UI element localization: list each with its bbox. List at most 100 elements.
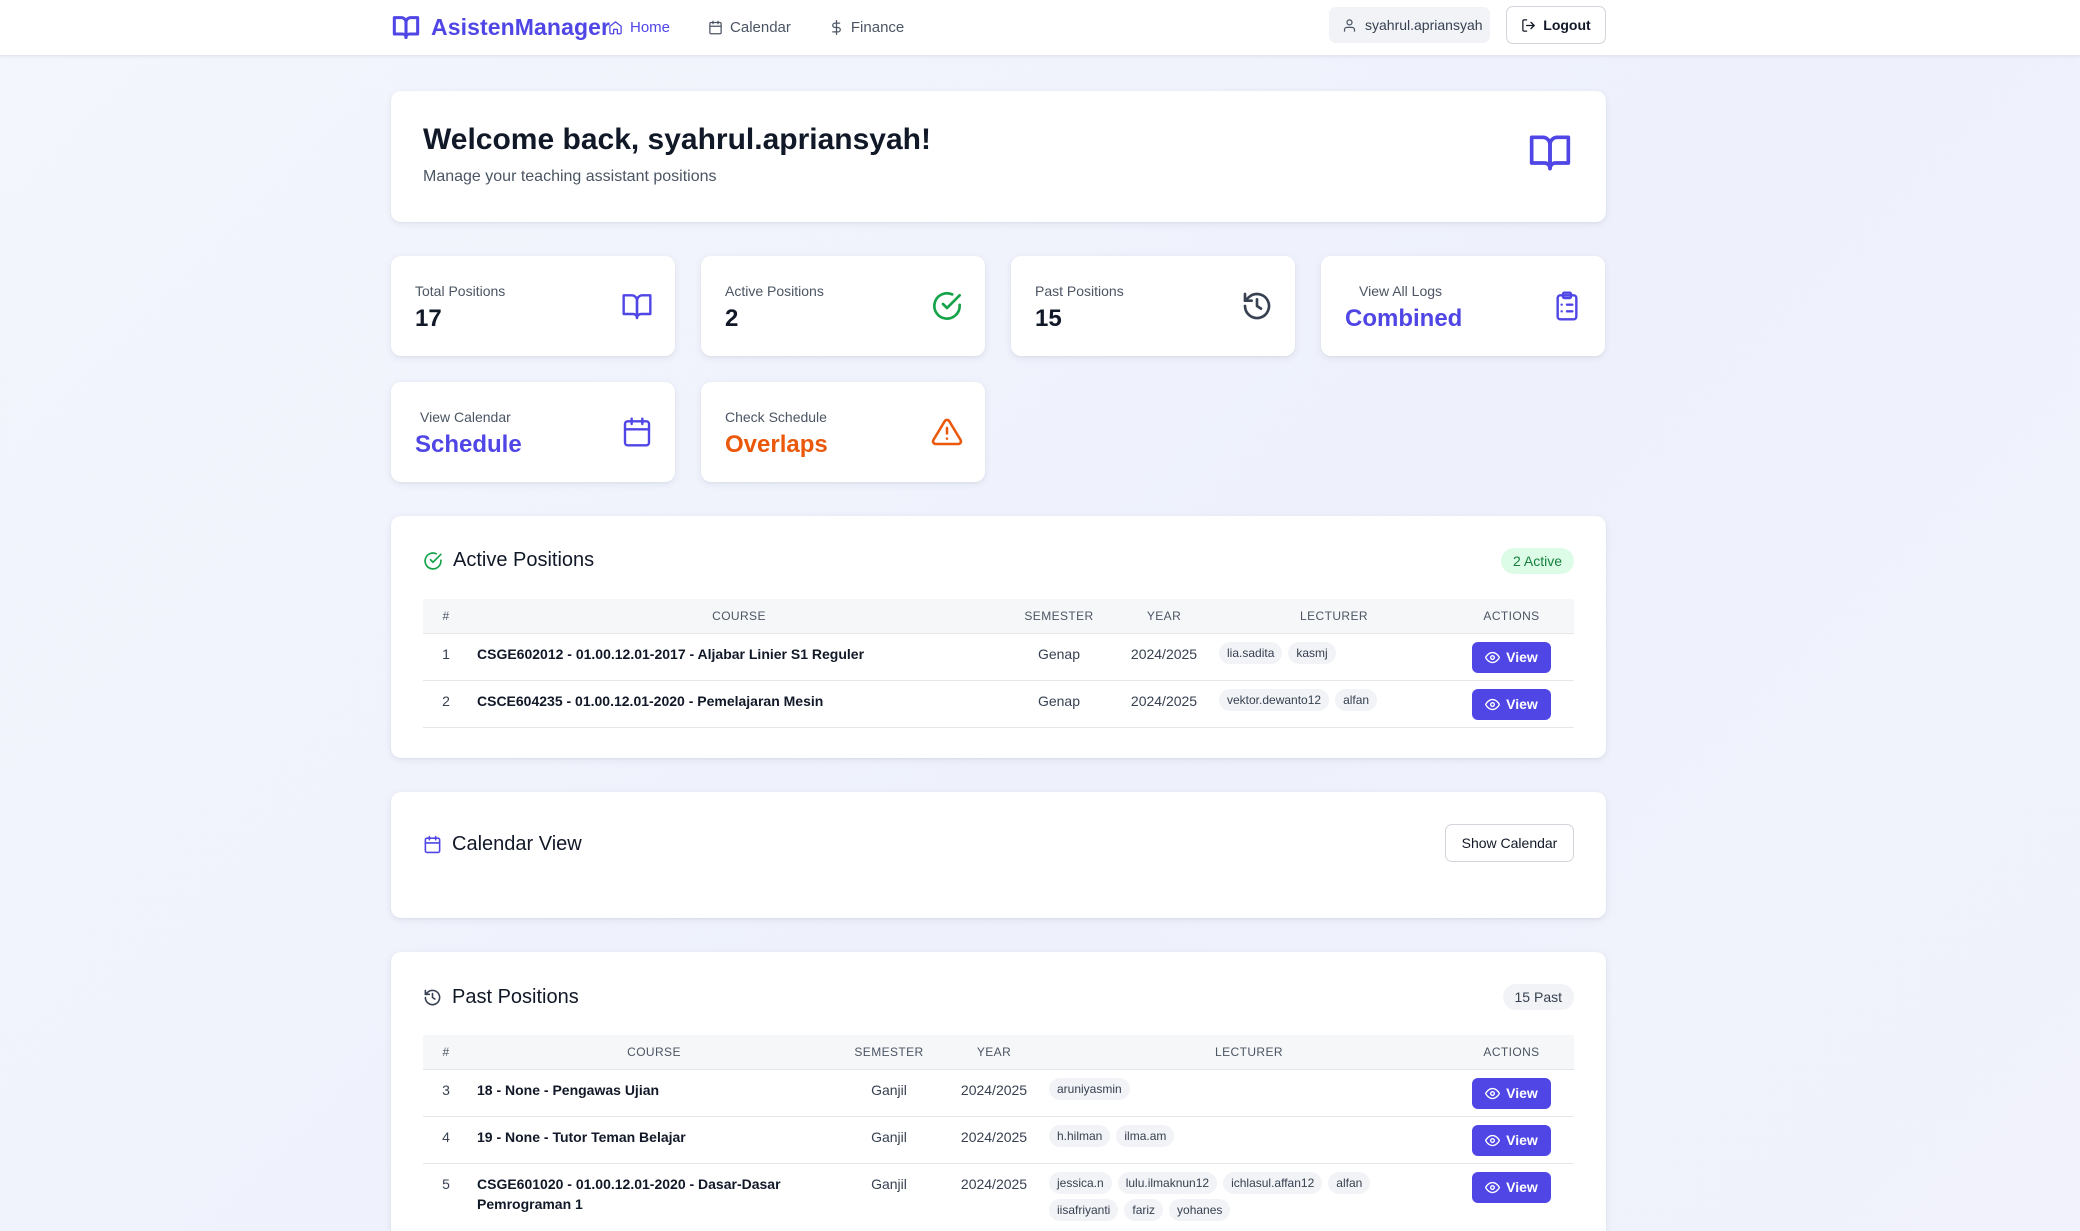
stat-past-positions[interactable]: Past Positions 15 <box>1011 256 1295 356</box>
welcome-title: Welcome back, syahrul.apriansyah! <box>423 123 931 156</box>
nav-finance-label: Finance <box>850 18 905 36</box>
stat-view-calendar[interactable]: View Calendar Schedule <box>391 382 675 482</box>
show-calendar-button[interactable]: Show Calendar <box>1445 824 1574 862</box>
calendar-icon <box>423 835 442 854</box>
lecturer-list: aruniyasmin <box>1049 1069 1449 1117</box>
col-header: # <box>423 599 469 634</box>
lecturer-chip: lia.sadita <box>1219 641 1283 664</box>
course-name: CSGE602012 - 01.00.12.01-2017 - Aljabar … <box>469 633 1009 681</box>
col-header: # <box>423 1035 469 1070</box>
check-circle-icon <box>931 290 963 322</box>
welcome-card: Welcome back, syahrul.apriansyah! Manage… <box>391 91 1606 222</box>
row-number: 4 <box>423 1116 469 1164</box>
lecturer-chip: iisafriyanti <box>1049 1198 1119 1221</box>
actions-cell: View <box>1449 1163 1574 1231</box>
brand[interactable]: AsistenManager <box>391 10 610 44</box>
view-label: View <box>1506 1132 1538 1148</box>
eye-icon <box>1485 1086 1501 1101</box>
past-count-badge: 15 Past <box>1502 984 1574 1010</box>
semester: Genap <box>1009 633 1109 681</box>
row-number: 3 <box>423 1069 469 1117</box>
section-title: Past Positions <box>423 986 579 1009</box>
history-icon <box>423 988 442 1007</box>
user-chip[interactable]: syahrul.apriansyah <box>1329 7 1490 43</box>
course-name: CSGE601020 - 01.00.12.01-2020 - Dasar-Da… <box>469 1163 839 1231</box>
col-header: YEAR <box>1109 599 1219 634</box>
calendar-icon <box>708 20 723 35</box>
view-button[interactable]: View <box>1472 1171 1551 1203</box>
actions-cell: View <box>1449 633 1574 681</box>
lecturer-chip: h.hilman <box>1049 1124 1111 1147</box>
stat-value: Schedule <box>415 431 522 458</box>
past-positions-table: # COURSE SEMESTER YEAR LECTURER ACTIONS … <box>423 1035 1574 1231</box>
table-row: 1 CSGE602012 - 01.00.12.01-2017 - Aljaba… <box>423 633 1574 681</box>
active-positions-table: # COURSE SEMESTER YEAR LECTURER ACTIONS … <box>423 599 1574 728</box>
view-label: View <box>1506 1179 1538 1195</box>
calendar-icon <box>621 416 653 448</box>
col-header: YEAR <box>939 1035 1049 1070</box>
user-icon <box>1342 18 1357 33</box>
nav-finance[interactable]: Finance <box>829 14 904 40</box>
actions-cell: View <box>1449 1116 1574 1164</box>
eye-icon <box>1485 1180 1501 1195</box>
lecturer-chip: jessica.n <box>1049 1171 1112 1194</box>
semester: Genap <box>1009 680 1109 728</box>
alert-triangle-icon <box>931 416 963 448</box>
section-title-text: Calendar View <box>452 833 582 855</box>
eye-icon <box>1485 697 1501 712</box>
nav-home-label: Home <box>630 18 671 36</box>
stat-label: View All Logs <box>1359 283 1443 299</box>
calendar-view-card: Calendar View Show Calendar <box>391 792 1606 918</box>
year: 2024/2025 <box>939 1116 1049 1164</box>
semester: Ganjil <box>839 1069 939 1117</box>
stat-total-positions[interactable]: Total Positions 17 <box>391 256 675 356</box>
lecturer-chip: aruniyasmin <box>1049 1077 1130 1100</box>
lecturer-chip: alfan <box>1328 1171 1371 1194</box>
table-row: 3 18 - None - Pengawas Ujian Ganjil 2024… <box>423 1069 1574 1117</box>
view-button[interactable]: View <box>1472 641 1551 673</box>
table-row: 2 CSCE604235 - 01.00.12.01-2020 - Pemela… <box>423 680 1574 728</box>
lecturer-chip: yohanes <box>1169 1198 1231 1221</box>
welcome-subtitle: Manage your teaching assistant positions <box>423 168 717 185</box>
col-header: SEMESTER <box>1009 599 1109 634</box>
nav-calendar-label: Calendar <box>730 18 791 36</box>
book-open-icon <box>391 13 421 41</box>
stat-check-overlaps[interactable]: Check Schedule Overlaps <box>701 382 985 482</box>
clipboard-list-icon <box>1551 290 1583 322</box>
view-button[interactable]: View <box>1472 1077 1551 1109</box>
nav-calendar[interactable]: Calendar <box>708 14 791 40</box>
logout-button[interactable]: Logout <box>1506 6 1606 44</box>
past-positions-card: Past Positions 15 Past # COURSE SEMESTER… <box>391 952 1606 1231</box>
stat-view-all-logs[interactable]: View All Logs Combined <box>1321 256 1605 356</box>
section-title-text: Active Positions <box>453 549 595 571</box>
stat-value: Overlaps <box>725 431 828 458</box>
year: 2024/2025 <box>939 1163 1049 1231</box>
eye-icon <box>1485 650 1501 665</box>
nav-home[interactable]: Home <box>608 14 670 40</box>
stat-value: 17 <box>415 305 442 332</box>
course-name: CSCE604235 - 01.00.12.01-2020 - Pemelaja… <box>469 680 1009 728</box>
col-header: LECTURER <box>1049 1035 1449 1070</box>
actions-cell: View <box>1449 1069 1574 1117</box>
lecturer-list: jessica.n lulu.ilmaknun12 ichlasul.affan12… <box>1049 1163 1449 1231</box>
lecturer-chip: kasmj <box>1288 641 1336 664</box>
row-number: 1 <box>423 633 469 681</box>
lecturer-chip: fariz <box>1124 1198 1164 1221</box>
logout-icon <box>1521 18 1536 33</box>
view-button[interactable]: View <box>1472 688 1551 720</box>
stat-value: Combined <box>1345 305 1463 332</box>
stat-active-positions[interactable]: Active Positions 2 <box>701 256 985 356</box>
nav-links: Home Calendar Finance <box>608 14 904 40</box>
view-label: View <box>1506 649 1538 665</box>
table-header-row: # COURSE SEMESTER YEAR LECTURER ACTIONS <box>423 599 1574 634</box>
col-header: SEMESTER <box>839 1035 939 1070</box>
course-name: 19 - None - Tutor Teman Belajar <box>469 1116 839 1164</box>
col-header: COURSE <box>469 599 1009 634</box>
username: syahrul.apriansyah <box>1365 17 1483 33</box>
year: 2024/2025 <box>1109 680 1219 728</box>
stat-value: 2 <box>725 305 739 332</box>
lecturer-list: h.hilman ilma.am <box>1049 1116 1449 1164</box>
stat-label: Past Positions <box>1035 283 1124 299</box>
view-button[interactable]: View <box>1472 1124 1551 1156</box>
actions-cell: View <box>1449 680 1574 728</box>
